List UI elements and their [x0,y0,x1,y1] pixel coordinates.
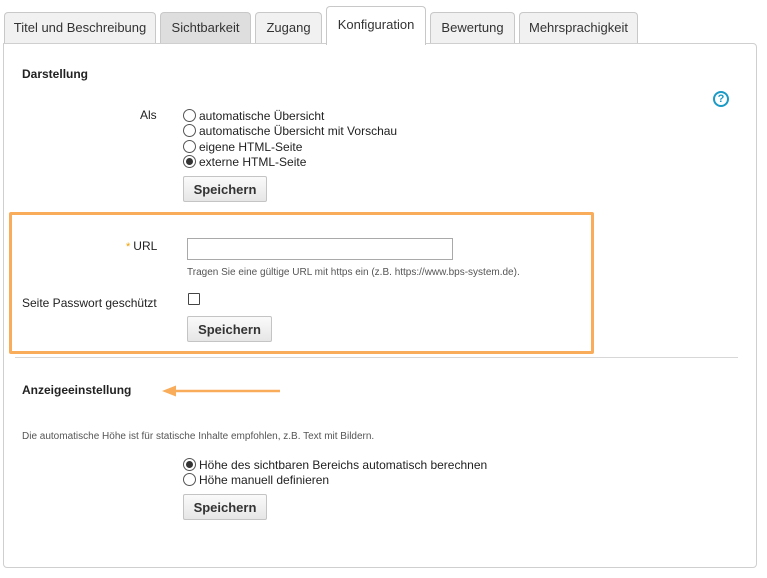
radio-hoehe-automatisch[interactable]: Höhe des sichtbaren Bereichs automatisch… [183,457,487,472]
radio-hoehe-manuell[interactable]: Höhe manuell definieren [183,472,329,487]
radio-label: automatische Übersicht [199,108,325,123]
help-icon[interactable]: ? [713,91,729,107]
url-label-text: URL [133,239,158,253]
radio-button[interactable] [183,109,196,122]
url-label: * URL [126,239,157,253]
radio-label: externe HTML-Seite [199,154,307,169]
password-protected-label: Seite Passwort geschützt [22,296,157,310]
radio-button[interactable] [183,473,196,486]
radio-automatische-uebersicht-vorschau[interactable]: automatische Übersicht mit Vorschau [183,123,397,138]
url-hint: Tragen Sie eine gültige URL mit https ei… [187,267,520,278]
anzeige-description: Die automatische Höhe ist für statische … [22,431,375,442]
tab-bar: Titel und Beschreibung Sichtbarkeit Zuga… [0,0,767,45]
tab-mehrsprachigkeit[interactable]: Mehrsprachigkeit [519,12,638,43]
url-save-button[interactable]: Speichern [187,316,272,342]
radio-eigene-html-seite[interactable]: eigene HTML-Seite [183,139,302,154]
tab-konfiguration[interactable]: Konfiguration [326,6,426,45]
radio-label: Höhe des sichtbaren Bereichs automatisch… [199,457,488,472]
tab-titel-und-beschreibung[interactable]: Titel und Beschreibung [4,12,156,43]
radio-externe-html-seite[interactable]: externe HTML-Seite [183,154,306,169]
tab-zugang[interactable]: Zugang [255,12,322,43]
radio-button-selected[interactable] [183,155,196,168]
anzeige-save-button[interactable]: Speichern [183,494,267,520]
password-protected-checkbox[interactable] [188,293,200,305]
arrow-left-icon [162,385,280,397]
url-input[interactable] [187,238,453,260]
radio-button[interactable] [183,140,196,153]
radio-label: eigene HTML-Seite [199,139,303,154]
section-divider [15,357,738,358]
darstellung-heading: Darstellung [22,67,89,81]
anzeigeeinstellung-heading: Anzeigeeinstellung [22,383,132,397]
tab-bewertung[interactable]: Bewertung [430,12,515,43]
radio-automatische-uebersicht[interactable]: automatische Übersicht [183,108,324,123]
tab-sichtbarkeit[interactable]: Sichtbarkeit [160,12,251,43]
radio-button[interactable] [183,124,196,137]
radio-label: automatische Übersicht mit Vorschau [199,123,398,138]
als-label: Als [140,108,157,122]
darstellung-save-button[interactable]: Speichern [183,176,267,202]
required-marker: * [126,241,131,253]
radio-label: Höhe manuell definieren [199,472,330,487]
radio-button-selected[interactable] [183,458,196,471]
